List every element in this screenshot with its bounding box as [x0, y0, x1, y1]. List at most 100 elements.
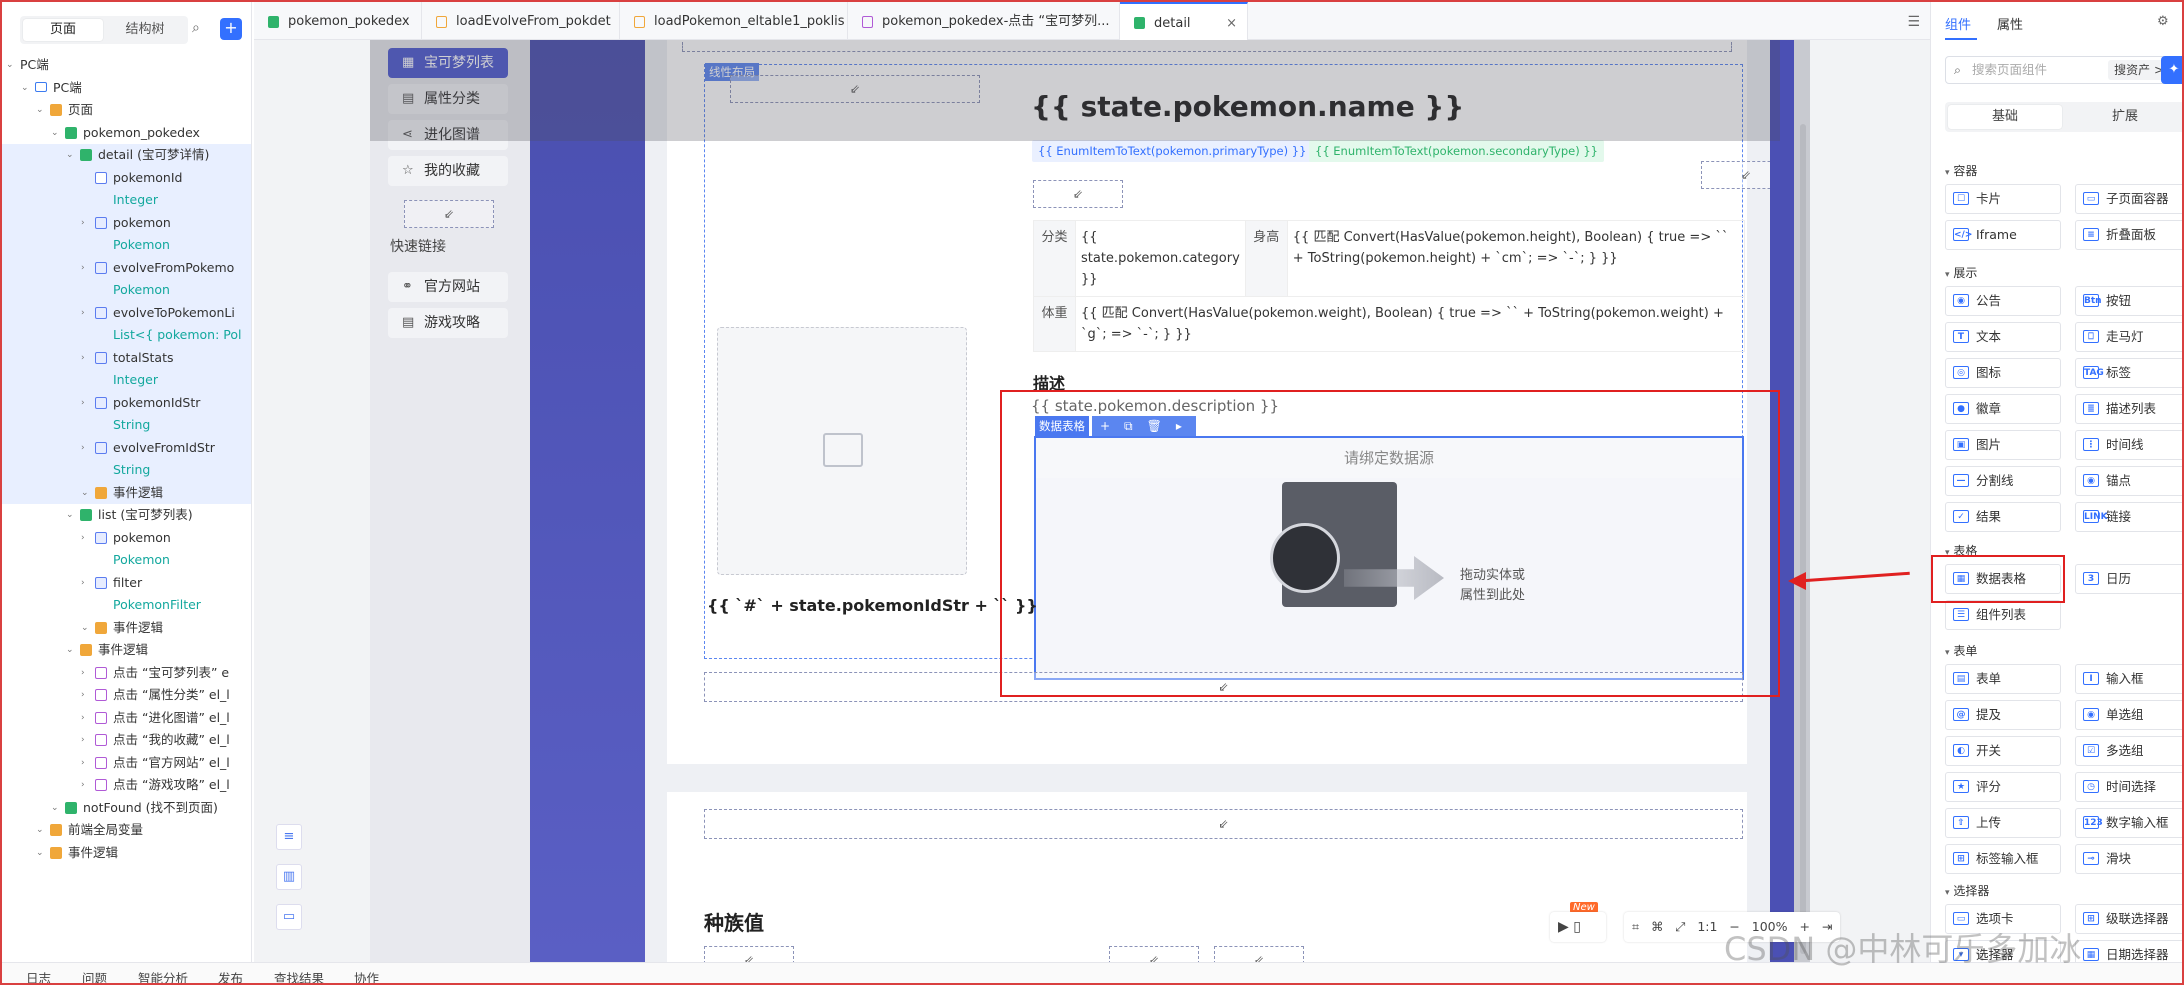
chevron-icon[interactable]: › [81, 729, 85, 752]
tab-pokemon-pokedex[interactable]: pokemon_pokedex [254, 2, 422, 40]
chevron-icon[interactable]: › [81, 662, 85, 685]
category-title[interactable]: ▾ 展示 [1945, 264, 1977, 281]
tab-load-evolve-from[interactable]: loadEvolveFrom_pokdet [422, 2, 620, 40]
component-item[interactable]: — 分割线 [1945, 466, 2061, 496]
tree-node[interactable]: pokemonId [2, 166, 251, 189]
component-item[interactable]: ▭ 子页面容器 [2075, 184, 2182, 214]
ai-icon[interactable]: ✦ [2161, 56, 2182, 84]
chevron-icon[interactable]: › [81, 347, 85, 370]
seg-extended[interactable]: 扩展 [2068, 105, 2182, 129]
component-item[interactable]: ⇧ 上传 [1945, 808, 2061, 838]
nav-pokemon-list[interactable]: ▦ 宝可梦列表 [388, 48, 508, 78]
tree-node[interactable]: › totalStats [2, 346, 251, 370]
chevron-icon[interactable]: ⌄ [51, 797, 59, 820]
component-item[interactable]: </> Iframe [1945, 220, 2061, 250]
drop-slot[interactable] [682, 42, 1732, 52]
chevron-icon[interactable]: › [81, 212, 85, 235]
tab-issues[interactable]: 问题 [82, 968, 107, 983]
seg-basic[interactable]: 基础 [1948, 105, 2062, 129]
component-item[interactable]: TAG 标签 [2075, 358, 2182, 388]
component-item[interactable]: 3 日历 [2075, 564, 2182, 594]
tab-pokedex-event[interactable]: pokemon_pokedex-点击 “宝可梦列... [848, 2, 1120, 40]
component-item[interactable]: 123 数字输入框 [2075, 808, 2182, 838]
fit-icon[interactable]: ⤢ [1675, 919, 1685, 934]
link-game-guide[interactable]: ▤ 游戏攻略 [388, 308, 508, 338]
tree-node[interactable]: ⌄ 事件逻辑 [2, 842, 251, 865]
tree-node[interactable]: ⌄ notFound (找不到页面) [2, 797, 251, 820]
category-title[interactable]: ▾ 选择器 [1945, 882, 1989, 899]
tree-node[interactable]: ⌄ PC端 [2, 54, 251, 77]
chevron-icon[interactable]: › [81, 684, 85, 707]
device-icon[interactable]: ▯ [1573, 919, 1581, 935]
tree-node[interactable]: › 点击 “进化图谱” el_l [2, 707, 251, 730]
close-icon[interactable]: × [1226, 4, 1237, 40]
tree-node[interactable]: ⌄ PC端 [2, 77, 251, 100]
nav-favorites[interactable]: ☆ 我的收藏 [388, 156, 508, 186]
component-item[interactable]: ◎ 图标 [1945, 358, 2061, 388]
component-item[interactable]: ✓ 结果 [1945, 502, 2061, 532]
chevron-icon[interactable]: › [81, 707, 85, 730]
chevron-icon[interactable]: › [81, 257, 85, 280]
chevron-icon[interactable]: ⌄ [36, 99, 44, 122]
component-item[interactable]: ● 徽章 [1945, 394, 2061, 424]
search-icon[interactable]: ⌕ [192, 20, 200, 36]
tree-node[interactable]: ⌄ 事件逻辑 [2, 639, 251, 662]
component-item[interactable]: ◉ 公告 [1945, 286, 2061, 316]
code-icon[interactable]: ⌘ [1651, 919, 1664, 934]
chevron-icon[interactable]: ⌄ [6, 54, 14, 77]
tree-node[interactable]: › filter [2, 572, 251, 595]
tab-load-pokemon-eltable[interactable]: loadPokemon_eltable1_poklis [620, 2, 848, 40]
tree-node[interactable]: › 点击 “属性分类” el_l [2, 684, 251, 707]
play-icon[interactable]: ▶ [1558, 919, 1569, 935]
preview-controls[interactable]: ▶ ▯ [1550, 912, 1606, 942]
tab-collab[interactable]: 协作 [354, 968, 379, 983]
tree-node[interactable]: ⌄ pokemon_pokedex [2, 122, 251, 145]
drop-slot[interactable]: ⇙ [1109, 946, 1199, 962]
component-item[interactable]: ☐ 卡片 [1945, 184, 2061, 214]
component-item[interactable]: ◉ 锚点 [2075, 466, 2182, 496]
chevron-icon[interactable]: ⌄ [21, 77, 29, 100]
layout-tool-icon[interactable]: ▥ [276, 864, 302, 890]
link-official-site[interactable]: ⚭ 官方网站 [388, 272, 508, 302]
frame-tool-icon[interactable]: ▭ [276, 904, 302, 930]
tree-node[interactable]: › evolveToPokemonLi [2, 301, 251, 325]
tree-node[interactable]: ⌄ 事件逻辑 [2, 617, 251, 640]
component-item[interactable]: ▣ 图片 [1945, 430, 2061, 460]
image-placeholder[interactable] [717, 327, 967, 575]
chevron-icon[interactable]: › [81, 774, 85, 797]
chevron-icon[interactable]: ⌄ [36, 819, 44, 842]
tab-structure-tree[interactable]: 结构树 [105, 19, 185, 41]
tree-node[interactable]: › 点击 “官方网站” el_l [2, 752, 251, 775]
component-item[interactable]: I 输入框 [2075, 664, 2182, 694]
tree-node[interactable]: › evolveFromPokemo [2, 256, 251, 280]
tree-node[interactable]: ⌄ 事件逻辑 [2, 481, 251, 505]
tree-node[interactable]: › 点击 “游戏攻略” el_l [2, 774, 251, 797]
component-item[interactable]: ★ 评分 [1945, 772, 2061, 802]
chevron-icon[interactable]: › [81, 437, 85, 460]
tree-node[interactable]: › 点击 “宝可梦列表” e [2, 662, 251, 685]
component-item[interactable]: ◉ 单选组 [2075, 700, 2182, 730]
tree-node[interactable]: › pokemonIdStr [2, 391, 251, 414]
chevron-icon[interactable]: › [81, 302, 85, 325]
chevron-icon[interactable]: ⌄ [66, 639, 74, 662]
component-item[interactable]: @ 提及 [1945, 700, 2061, 730]
crop-icon[interactable]: ⌗ [1632, 919, 1639, 934]
ratio-button[interactable]: 1:1 [1697, 919, 1717, 934]
component-item[interactable]: T 文本 [1945, 322, 2061, 352]
component-item[interactable]: ⊸ 滑块 [2075, 844, 2182, 874]
drop-slot[interactable]: ⇙ [730, 75, 980, 103]
category-title[interactable]: ▾ 表单 [1945, 642, 1977, 659]
component-item[interactable]: ▦ 日期选择器 [2075, 940, 2182, 962]
chevron-icon[interactable]: ⌄ [66, 504, 74, 527]
component-item[interactable]: ≡ 折叠面板 [2075, 220, 2182, 250]
tree-node[interactable]: ⌄ 页面 [2, 99, 251, 122]
chevron-icon[interactable]: ⌄ [81, 482, 89, 505]
component-item[interactable]: ◐ 开关 [1945, 736, 2061, 766]
component-item[interactable]: ⎕ 走马灯 [2075, 322, 2182, 352]
drop-slot[interactable]: ⇙ [1214, 946, 1304, 962]
chevron-icon[interactable]: › [81, 527, 85, 550]
component-item[interactable]: ▤ 表单 [1945, 664, 2061, 694]
tab-publish[interactable]: 发布 [218, 968, 243, 983]
drop-slot[interactable]: ⇙ [404, 200, 494, 228]
component-item[interactable]: ⊞ 级联选择器 [2075, 904, 2182, 934]
